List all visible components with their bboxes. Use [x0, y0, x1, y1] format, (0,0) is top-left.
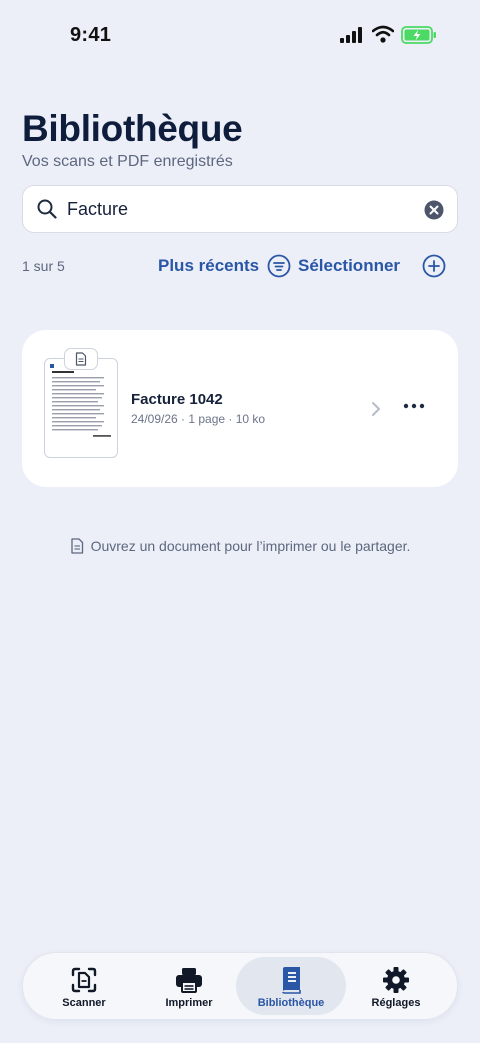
- status-time: 9:41: [70, 24, 112, 46]
- hint-text: Ouvrez un document pour l’imprimer ou le…: [90, 538, 411, 554]
- tab-bibliotheque[interactable]: Bibliothèque: [236, 957, 346, 1015]
- status-bar: 9:41: [0, 0, 480, 70]
- document-thumbnail: [44, 358, 118, 458]
- tab-imprimer[interactable]: Imprimer: [134, 957, 244, 1015]
- filter-icon: [267, 254, 291, 278]
- document-card[interactable]: Facture 1042 24/09/26 · 1 page · 10 ko: [22, 330, 458, 487]
- sort-button[interactable]: Plus récents: [158, 254, 291, 278]
- clear-search-icon[interactable]: [424, 200, 444, 220]
- tab-label-reglages: Réglages: [371, 997, 421, 1009]
- search-icon: [37, 199, 57, 219]
- sort-label: Plus récents: [158, 256, 260, 275]
- search-input[interactable]: [67, 194, 407, 224]
- chevron-right-icon: [372, 402, 380, 416]
- select-button[interactable]: Sélectionner: [298, 256, 400, 276]
- signal-icon: [340, 27, 362, 43]
- hint: Ouvrez un document pour l’imprimer ou le…: [0, 538, 480, 554]
- book-icon: [282, 967, 301, 994]
- search-bar[interactable]: [22, 185, 458, 233]
- pdf-badge: [64, 348, 98, 370]
- document-name: Facture 1042: [131, 391, 223, 408]
- scan-document-icon: [71, 967, 97, 993]
- tab-reglages[interactable]: Réglages: [341, 957, 451, 1015]
- file-icon: [75, 352, 87, 366]
- tab-label-bibliotheque: Bibliothèque: [257, 997, 325, 1009]
- document-icon: [70, 538, 83, 554]
- battery-icon: [401, 26, 436, 44]
- tab-bar: Scanner Imprimer Bibliothèque Réglages: [22, 952, 458, 1020]
- gear-icon: [383, 967, 409, 993]
- printer-icon: [176, 968, 202, 993]
- more-options-icon[interactable]: [402, 398, 426, 414]
- page-subtitle: Vos scans et PDF enregistrés: [22, 153, 233, 170]
- add-document-icon[interactable]: [422, 254, 446, 278]
- tab-label-scanner: Scanner: [62, 997, 106, 1009]
- result-count: 1 sur 5: [22, 258, 65, 274]
- page-title: Bibliothèque: [22, 108, 243, 149]
- thumbnail-page-lines: [50, 364, 111, 437]
- document-meta: 24/09/26 · 1 page · 10 ko: [131, 412, 266, 426]
- tab-label-imprimer: Imprimer: [165, 997, 213, 1009]
- tab-scanner[interactable]: Scanner: [29, 957, 139, 1015]
- wifi-icon: [372, 25, 394, 43]
